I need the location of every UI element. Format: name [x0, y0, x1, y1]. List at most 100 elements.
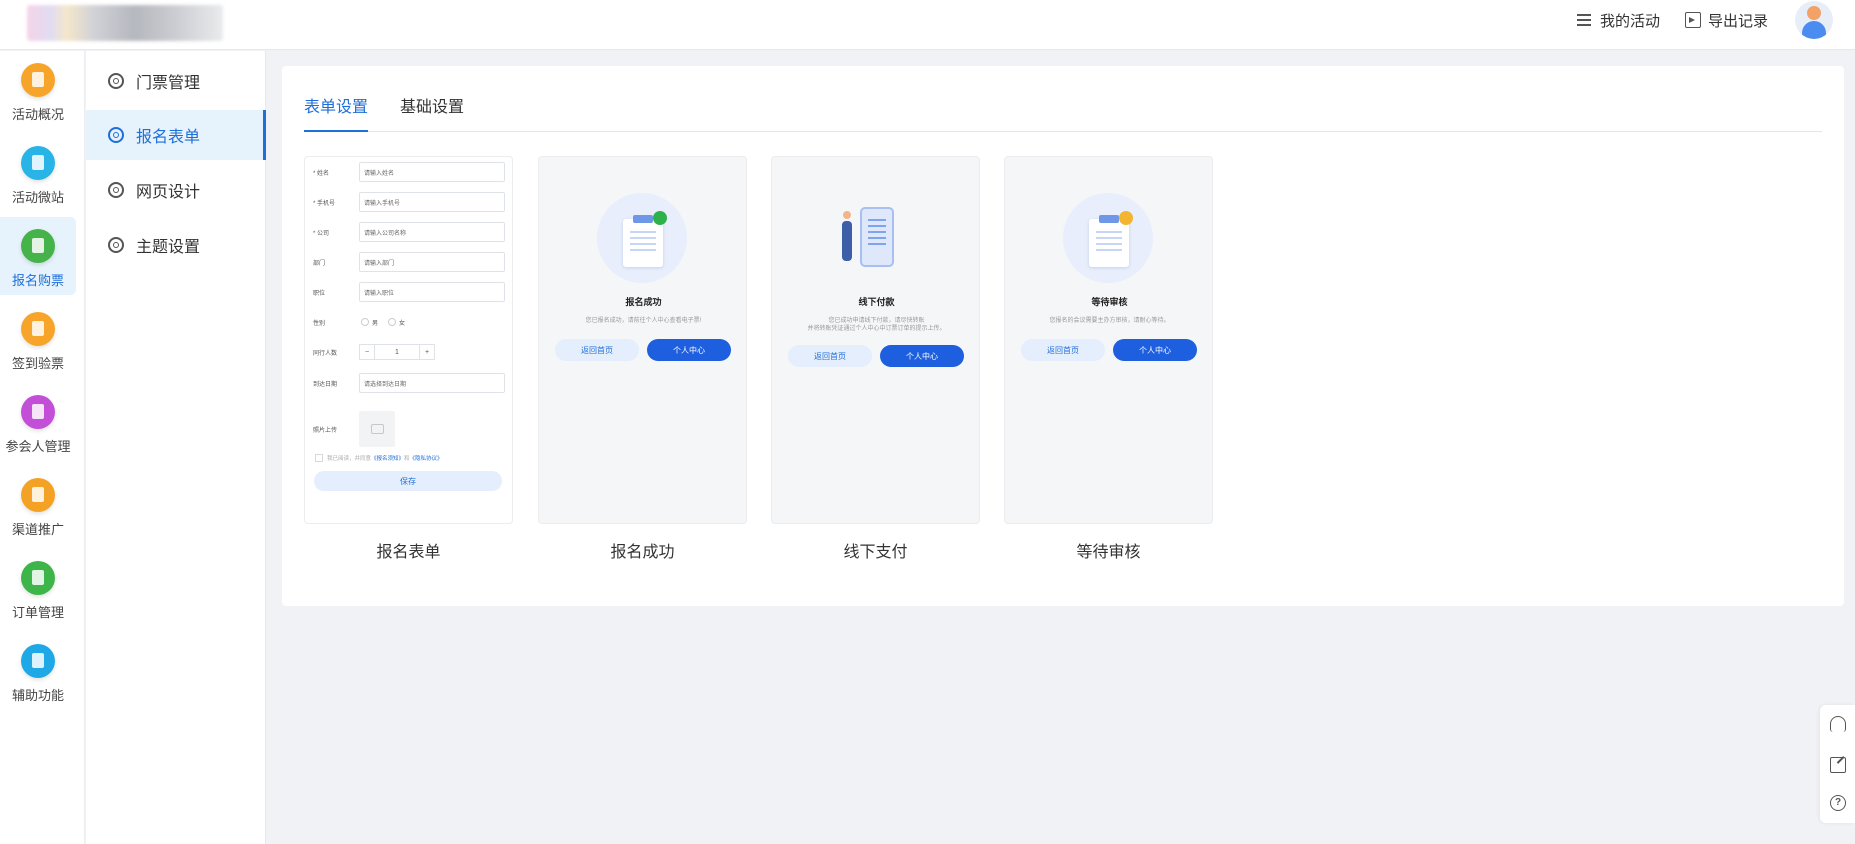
- gear-icon: [108, 127, 124, 143]
- clipboard-illustration: [1063, 193, 1153, 283]
- sidebar-item-label: 报名购票: [11, 273, 64, 288]
- promotion-icon: [21, 478, 55, 512]
- sidebar-item-microsite[interactable]: 活动微站: [0, 134, 76, 212]
- form-row-name: * 姓名 请输入姓名: [313, 161, 505, 183]
- export-records-label: 导出记录: [1708, 12, 1769, 30]
- field-label: 部门: [313, 260, 326, 267]
- avatar-head-shape: [1807, 6, 1821, 20]
- gear-icon: [108, 237, 124, 253]
- arrival-date-picker[interactable]: 请选择到达日期: [359, 373, 505, 393]
- gender-female-label: 女: [399, 320, 406, 327]
- submenu-item-registration-form[interactable]: 报名表单: [86, 110, 266, 160]
- my-activities-link[interactable]: 我的活动: [1577, 0, 1660, 40]
- sidebar-item-label: 渠道推广: [11, 522, 64, 537]
- stepper-minus-button[interactable]: −: [360, 345, 374, 359]
- back-home-button[interactable]: 返回首页: [555, 339, 639, 361]
- save-button[interactable]: 保存: [314, 471, 502, 491]
- agreement-text: 我已阅读，并同意: [327, 456, 372, 462]
- gender-female-radio[interactable]: [388, 318, 397, 326]
- clock-icon: [1119, 211, 1133, 225]
- clipboard-clip: [633, 215, 653, 223]
- orders-icon: [21, 561, 55, 595]
- sidebar-item-orders[interactable]: 订单管理: [0, 549, 76, 627]
- sidebar-item-label: 订单管理: [11, 605, 64, 620]
- sidebar-item-label: 活动概况: [11, 107, 64, 122]
- sidebar-item-checkin[interactable]: 签到验票: [0, 300, 76, 378]
- microsite-icon: [21, 146, 55, 180]
- tab-form-settings[interactable]: 表单设置: [304, 96, 369, 132]
- sub-menu: 门票管理 报名表单 网页设计 主题设置: [86, 51, 266, 844]
- tab-basic-settings[interactable]: 基础设置: [400, 96, 464, 132]
- agreement-checkbox[interactable]: [315, 454, 323, 462]
- headset-icon[interactable]: [1830, 716, 1846, 732]
- attendees-icon: [21, 395, 55, 429]
- submenu-item-web-design[interactable]: 网页设计: [86, 165, 266, 215]
- privacy-policy-link[interactable]: 《隐私协议》: [410, 454, 443, 462]
- list-icon: [1577, 12, 1593, 28]
- company-input[interactable]: 请输入公司名称: [359, 222, 505, 242]
- submenu-item-label: 主题设置: [136, 239, 201, 256]
- check-icon: [653, 211, 667, 225]
- form-row-companions: 同行人数 − 1 +: [313, 341, 505, 363]
- sidebar-item-attendees[interactable]: 参会人管理: [0, 383, 76, 461]
- field-label: 性别: [313, 320, 326, 327]
- photo-upload-button[interactable]: [359, 411, 395, 447]
- edit-icon[interactable]: [1830, 757, 1846, 773]
- pending-title: 等待审核: [1091, 297, 1128, 307]
- clipboard-illustration: [597, 193, 687, 283]
- sidebar-item-promotion[interactable]: 渠道推广: [0, 466, 76, 544]
- back-home-button[interactable]: 返回首页: [788, 345, 872, 367]
- personal-center-button[interactable]: 个人中心: [1113, 339, 1197, 361]
- success-preview-card[interactable]: 报名成功 您已报名成功，请前往个人中心查看电子票! 返回首页 个人中心: [538, 156, 747, 524]
- phone-payment-illustration: [830, 205, 920, 283]
- sidebar-item-overview[interactable]: 活动概况: [0, 51, 76, 129]
- my-activities-label: 我的活动: [1600, 12, 1661, 30]
- field-label: 职位: [313, 290, 326, 297]
- tools-icon: [21, 644, 55, 678]
- field-label: 到达日期: [313, 381, 338, 388]
- sidebar-item-registration[interactable]: 报名购票: [0, 217, 76, 295]
- sidebar-item-label: 活动微站: [11, 190, 64, 205]
- top-bar: 我的活动 导出记录: [0, 0, 1855, 50]
- form-row-company: * 公司 请输入公司名称: [313, 221, 505, 243]
- help-icon[interactable]: ?: [1830, 795, 1846, 811]
- logo[interactable]: [27, 5, 223, 41]
- checkin-icon: [21, 312, 55, 346]
- stepper-value[interactable]: 1: [374, 345, 420, 359]
- form-row-position: 职位 请输入职位: [313, 281, 505, 303]
- submenu-item-label: 报名表单: [136, 129, 201, 146]
- personal-center-button[interactable]: 个人中心: [880, 345, 964, 367]
- floating-toolbar: ?: [1820, 705, 1855, 823]
- offline-desc-line2: 并将转账凭证通过个人中心中订票订单的提示上传。: [807, 326, 946, 332]
- position-input[interactable]: 请输入职位: [359, 282, 505, 302]
- form-card-caption: 报名表单: [376, 544, 441, 561]
- personal-center-button[interactable]: 个人中心: [647, 339, 731, 361]
- stepper-plus-button[interactable]: +: [420, 345, 434, 359]
- person-shape: [842, 211, 852, 261]
- field-label: * 公司: [313, 230, 330, 237]
- avatar[interactable]: [1795, 1, 1833, 39]
- content-panel: 表单设置 基础设置 * 姓名 请输入姓名 * 手机号 请输入手机号 * 公司 请…: [282, 66, 1844, 606]
- export-records-link[interactable]: 导出记录: [1685, 0, 1768, 40]
- phone-input[interactable]: 请输入手机号: [359, 192, 505, 212]
- gender-male-label: 男: [372, 320, 379, 327]
- offline-title: 线下付款: [858, 297, 895, 307]
- name-input[interactable]: 请输入姓名: [359, 162, 505, 182]
- submenu-item-theme[interactable]: 主题设置: [86, 220, 266, 270]
- submenu-item-tickets[interactable]: 门票管理: [86, 56, 266, 106]
- gender-male-radio[interactable]: [361, 318, 369, 326]
- pending-review-preview-card[interactable]: 等待审核 您报名的会议需要主办方审核，请耐心等待。 返回首页 个人中心: [1004, 156, 1213, 524]
- offline-payment-preview-card[interactable]: 线下付款 您已成功申请线下付款，请尽快转账 并将转账凭证通过个人中心中订票订单的…: [771, 156, 980, 524]
- form-row-department: 部门 请输入部门: [313, 251, 505, 273]
- back-home-button[interactable]: 返回首页: [1021, 339, 1105, 361]
- form-preview-card[interactable]: * 姓名 请输入姓名 * 手机号 请输入手机号 * 公司 请输入公司名称 部门 …: [304, 156, 513, 524]
- form-row-gender: 性别 男 女: [313, 311, 505, 333]
- sidebar-item-tools[interactable]: 辅助功能: [0, 632, 76, 710]
- department-input[interactable]: 请输入部门: [359, 252, 505, 272]
- field-label: 同行人数: [313, 350, 338, 357]
- gear-icon: [108, 73, 124, 89]
- registration-icon: [21, 229, 55, 263]
- form-row-photo: 照片上传: [313, 411, 505, 447]
- registration-notice-link[interactable]: 《报名须知》: [371, 454, 404, 462]
- clipboard-clip: [1099, 215, 1119, 223]
